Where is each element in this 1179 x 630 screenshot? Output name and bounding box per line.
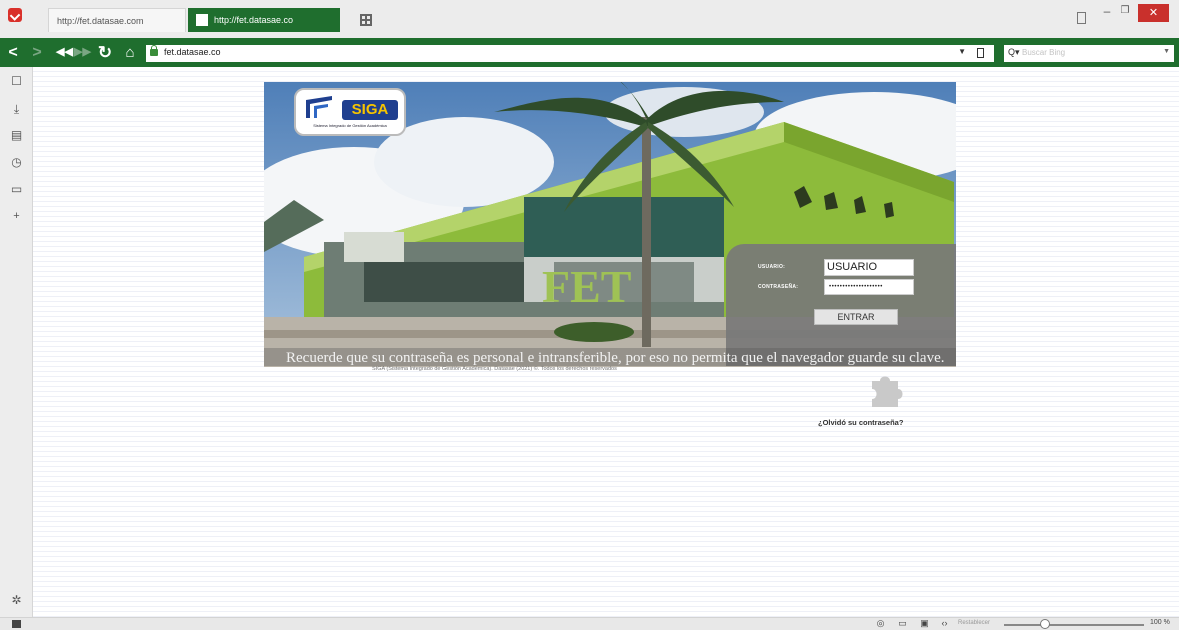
siga-tagline: Sistema Integrado de Gestión Académica bbox=[313, 123, 387, 128]
address-field[interactable]: fet.datasae.co ▼ bbox=[146, 45, 994, 62]
page-actions-icon[interactable]: ‹› bbox=[940, 619, 949, 628]
add-panel-icon[interactable]: + bbox=[10, 210, 23, 223]
downloads-icon[interactable]: ⤓ bbox=[10, 103, 23, 116]
search-field[interactable]: Q▾ Buscar Bing ▼ bbox=[1004, 45, 1174, 62]
zoom-slider[interactable] bbox=[1004, 624, 1144, 626]
username-input[interactable]: USUARIO bbox=[824, 259, 914, 276]
notes-icon[interactable]: ▤ bbox=[10, 129, 23, 142]
sync-icon[interactable]: ◎ bbox=[876, 619, 885, 628]
lock-icon bbox=[150, 45, 158, 56]
password-input[interactable]: •••••••••••••••••••• bbox=[824, 279, 914, 295]
search-dropdown-icon[interactable]: ▼ bbox=[1163, 48, 1170, 55]
siga-mark-icon bbox=[306, 96, 332, 118]
bookmark-icon[interactable] bbox=[977, 48, 984, 58]
tile-tabs-icon[interactable]: ▭ bbox=[898, 619, 907, 628]
username-label: USUARIO: bbox=[758, 264, 786, 270]
new-tab-button[interactable] bbox=[360, 14, 372, 26]
zoom-slider-handle[interactable] bbox=[1040, 619, 1050, 629]
url-text: fet.datasae.co bbox=[164, 47, 221, 57]
forward-button[interactable]: > bbox=[28, 38, 46, 67]
favicon-icon bbox=[196, 14, 208, 26]
restore-button[interactable]: ❐ bbox=[1118, 6, 1132, 18]
settings-gear-icon[interactable]: ✲ bbox=[10, 594, 23, 607]
zoom-value: 100 % bbox=[1150, 619, 1170, 626]
reload-button[interactable]: ↻ bbox=[95, 38, 115, 67]
password-label: CONTRASEÑA: bbox=[758, 284, 799, 290]
close-window-button[interactable]: ✕ bbox=[1138, 4, 1169, 22]
url-dropdown-icon[interactable]: ▼ bbox=[958, 47, 966, 56]
missing-plugin-icon bbox=[872, 376, 903, 407]
images-icon[interactable]: ▣ bbox=[920, 619, 929, 628]
search-placeholder: Buscar Bing bbox=[1022, 48, 1066, 57]
hero-building-letters: FET bbox=[542, 261, 631, 312]
window-panel-icon[interactable]: ▭ bbox=[10, 183, 23, 196]
fast-forward-button[interactable]: ▶▶ bbox=[74, 38, 91, 67]
siga-logo: SIGA Sistema Integrado de Gestión Académ… bbox=[294, 88, 406, 136]
login-submit-button[interactable]: ENTRAR bbox=[814, 309, 898, 325]
search-icon: Q▾ bbox=[1008, 47, 1020, 57]
copyright-text: SIGA (Sistema Integrado de Gestión Acadé… bbox=[372, 366, 617, 372]
home-button[interactable]: ⌂ bbox=[120, 38, 140, 67]
back-button[interactable]: < bbox=[4, 38, 22, 67]
minimize-button[interactable]: – bbox=[1100, 5, 1114, 18]
side-panel: ☐ ⤓ ▤ ◷ ▭ + ✲ bbox=[0, 67, 33, 630]
tab-2-active[interactable]: http://fet.datasae.co bbox=[188, 8, 340, 32]
panel-toggle-icon[interactable] bbox=[12, 620, 21, 628]
history-icon[interactable]: ◷ bbox=[10, 156, 23, 169]
siga-logo-text: SIGA bbox=[342, 100, 398, 120]
tab-2-label: http://fet.datasae.co bbox=[214, 15, 294, 25]
tab-1[interactable]: http://fet.datasae.com bbox=[48, 8, 186, 32]
status-bar: ◎ ▭ ▣ ‹› Restablecer 100 % bbox=[0, 617, 1179, 630]
password-notice: Recuerde que su contraseña es personal e… bbox=[264, 348, 956, 366]
browser-logo-icon[interactable] bbox=[8, 8, 22, 22]
trash-icon[interactable] bbox=[1077, 12, 1086, 24]
tab-1-label: http://fet.datasae.com bbox=[57, 16, 144, 26]
forgot-password-link[interactable]: ¿Olvidó su contraseña? bbox=[818, 418, 903, 427]
bookmarks-icon[interactable]: ☐ bbox=[10, 75, 23, 88]
tab-bar: http://fet.datasae.com http://fet.datasa… bbox=[0, 0, 1179, 38]
rewind-button[interactable]: ◀◀ bbox=[56, 38, 73, 67]
zoom-reset-label[interactable]: Restablecer bbox=[958, 620, 990, 626]
